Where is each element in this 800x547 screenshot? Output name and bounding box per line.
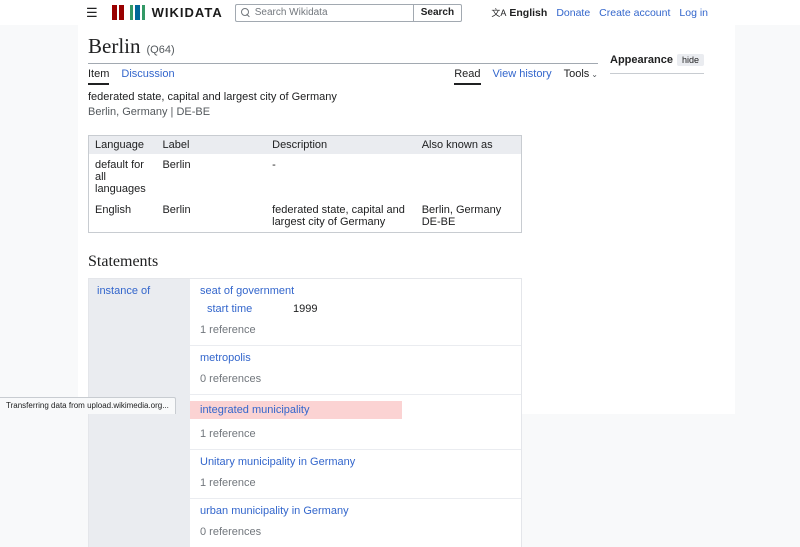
claim-value-link[interactable]: urban municipality in Germany	[190, 505, 349, 517]
references-toggle[interactable]: 0 references	[190, 373, 521, 385]
references-toggle[interactable]: 1 reference	[190, 428, 521, 440]
col-header-language: Language	[89, 136, 157, 155]
tab-item[interactable]: Item	[88, 68, 109, 85]
search-input[interactable]	[255, 7, 408, 18]
cell-label: Berlin	[156, 154, 266, 199]
wikidata-logo[interactable]: WIKIDATA	[112, 5, 223, 20]
header-user-links: 文A English Donate Create account Log in	[491, 6, 708, 19]
appearance-title: Appearance	[610, 54, 673, 66]
claim-value-link-highlighted[interactable]: integrated municipality	[190, 401, 402, 419]
create-account-link[interactable]: Create account	[599, 7, 670, 19]
qualifier-value: 1999	[293, 303, 317, 315]
claim-value-link[interactable]: Unitary municipality in Germany	[190, 456, 355, 468]
references-toggle[interactable]: 1 reference	[190, 477, 521, 489]
property-link-instance-of[interactable]: instance of	[97, 285, 150, 297]
references-toggle[interactable]: 1 reference	[190, 324, 521, 336]
tabs-row: Item Discussion Read View history Tools⌄	[88, 64, 598, 84]
chevron-down-icon: ⌄	[591, 70, 598, 79]
search-bar: Search	[235, 4, 462, 22]
search-box[interactable]	[235, 4, 413, 22]
qualifier-row: start time 1999	[190, 303, 521, 315]
donate-link[interactable]: Donate	[556, 7, 590, 19]
col-header-label: Label	[156, 136, 266, 155]
tools-menu[interactable]: Tools⌄	[564, 68, 598, 83]
table-row: English Berlin federated state, capital …	[89, 199, 522, 233]
cell-aka	[416, 154, 522, 199]
claim-integrated-municipality: integrated municipality 1 reference	[190, 395, 521, 450]
cell-description: federated state, capital and largest cit…	[266, 199, 416, 233]
terms-table: Language Label Description Also known as…	[88, 135, 522, 233]
cell-language: default for all languages	[89, 154, 157, 199]
log-in-link[interactable]: Log in	[679, 7, 708, 19]
appearance-hide-button[interactable]: hide	[677, 54, 704, 66]
wikidata-logo-text: WIKIDATA	[152, 5, 223, 20]
col-header-also-known-as: Also known as	[416, 136, 522, 155]
browser-status-bar: Transferring data from upload.wikimedia.…	[0, 397, 176, 414]
claim-metropolis: metropolis 0 references	[190, 346, 521, 395]
language-icon: 文A	[491, 6, 506, 19]
entity-description: federated state, capital and largest cit…	[88, 91, 598, 103]
language-label: English	[509, 7, 547, 19]
claim-seat-of-government: seat of government start time 1999 1 ref…	[190, 279, 521, 346]
page-heading: Berlin (Q64)	[88, 31, 598, 64]
qualifier-property-link[interactable]: start time	[207, 303, 293, 315]
content-area: Berlin (Q64) Item Discussion Read View h…	[78, 25, 735, 414]
claim-unitary-municipality: Unitary municipality in Germany 1 refere…	[190, 450, 521, 499]
search-button[interactable]: Search	[413, 4, 462, 22]
hamburger-icon[interactable]: ☰	[86, 6, 98, 19]
terms-table-header-row: Language Label Description Also known as	[89, 136, 522, 155]
claim-urban-municipality: urban municipality in Germany 0 referenc…	[190, 499, 521, 547]
site-header: ☰ WIKIDATA Search 文A English Donate Crea…	[0, 0, 800, 25]
language-selector[interactable]: 文A English	[491, 6, 547, 19]
cell-label: Berlin	[156, 199, 266, 233]
col-header-description: Description	[266, 136, 416, 155]
statements-heading: Statements	[88, 253, 598, 271]
cell-description: -	[266, 154, 416, 199]
tab-read[interactable]: Read	[454, 68, 480, 85]
claim-value-link[interactable]: seat of government	[190, 285, 294, 297]
entity-aliases: Berlin, Germany | DE-BE	[88, 106, 598, 118]
appearance-panel: Appearance hide	[610, 54, 704, 74]
cell-language: English	[89, 199, 157, 233]
wikidata-logo-bars	[112, 5, 145, 20]
entity-id: (Q64)	[147, 44, 175, 56]
tab-view-history[interactable]: View history	[493, 68, 552, 83]
page-title: Berlin	[88, 34, 141, 59]
references-toggle[interactable]: 0 references	[190, 526, 521, 538]
table-row: default for all languages Berlin -	[89, 154, 522, 199]
search-icon	[241, 8, 250, 17]
claims-column: seat of government start time 1999 1 ref…	[190, 279, 521, 547]
cell-aka: Berlin, Germany DE-BE	[416, 199, 522, 233]
tab-discussion[interactable]: Discussion	[121, 68, 174, 83]
claim-value-link[interactable]: metropolis	[190, 352, 251, 364]
